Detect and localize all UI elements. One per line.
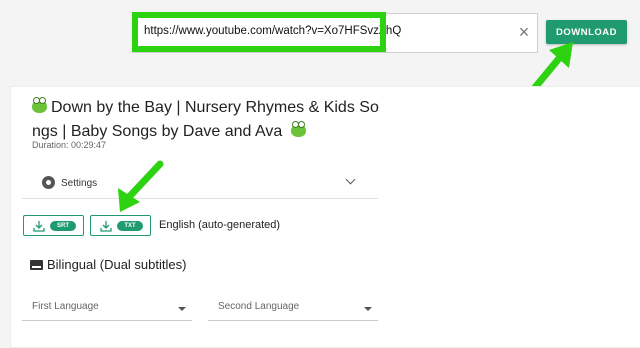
first-language-select[interactable]: First Language [22, 290, 192, 321]
second-language-select[interactable]: Second Language [208, 290, 378, 321]
url-input-value[interactable]: https://www.youtube.com/watch?v=Xo7HFSvz… [144, 25, 401, 37]
first-language-placeholder: First Language [32, 301, 99, 312]
subtitles-icon [30, 260, 43, 270]
video-duration: Duration: 00:29:47 [32, 140, 107, 150]
settings-label: Settings [61, 178, 98, 189]
download-icon [33, 221, 45, 232]
language-label: English (auto-generated) [159, 219, 281, 231]
txt-label: TXT [117, 221, 143, 231]
txt-download-button[interactable]: TXT [90, 215, 151, 236]
caret-down-icon [178, 307, 186, 311]
srt-download-button[interactable]: SRT [23, 215, 84, 236]
settings-toggle[interactable]: Settings [22, 168, 378, 199]
download-icon [100, 221, 112, 232]
srt-label: SRT [50, 221, 76, 231]
video-title: Down by the Bay | Nursery Rhymes & Kids … [32, 96, 382, 144]
close-icon[interactable]: × [516, 23, 532, 41]
chevron-down-icon [345, 174, 356, 185]
caret-down-icon [364, 307, 372, 311]
frog-icon [290, 121, 306, 137]
frog-icon [32, 97, 47, 113]
bilingual-title: Bilingual (Dual subtitles) [47, 257, 187, 272]
second-language-placeholder: Second Language [218, 301, 300, 312]
video-title-text: Down by the Bay | Nursery Rhymes & Kids … [32, 99, 379, 140]
gear-icon [42, 176, 55, 189]
download-button[interactable]: DOWNLOAD [546, 20, 627, 44]
